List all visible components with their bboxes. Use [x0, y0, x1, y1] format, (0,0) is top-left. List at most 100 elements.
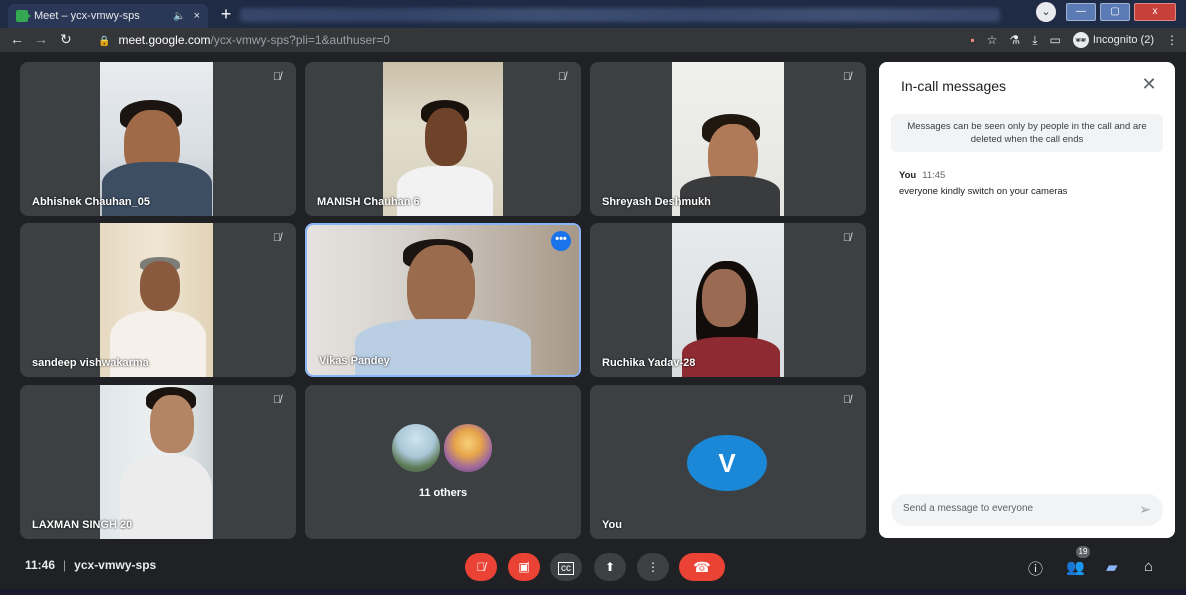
activities-icon[interactable]: ⌂	[1144, 558, 1153, 575]
os-taskbar	[0, 589, 1186, 595]
mic-toggle-button[interactable]: 🎙̸	[465, 553, 497, 581]
mic-off-icon: 🎙̸	[272, 232, 282, 244]
send-icon[interactable]: ➢	[1139, 501, 1151, 518]
panel-title: In-call messages	[901, 78, 1007, 94]
extension-icon[interactable]: ⚗	[1009, 33, 1020, 47]
window-close-button[interactable]: x	[1134, 3, 1176, 21]
maximize-button[interactable]: ▢	[1100, 3, 1130, 21]
incognito-indicator[interactable]: 🕶 Incognito (2)	[1072, 32, 1154, 48]
participant-video	[672, 223, 784, 377]
url-field[interactable]: 🔒 meet.google.com/ycx-vmwy-sps?pli=1&auth…	[92, 30, 912, 50]
others-avatars	[391, 421, 501, 473]
meet-favicon-icon	[16, 10, 31, 22]
browser-tab-meet[interactable]: Meet – ycx-vmwy-sps 🔈 ×	[8, 4, 208, 28]
message-compose-box: ➢	[891, 494, 1163, 526]
participants-count-badge: 19	[1076, 546, 1090, 558]
meeting-details-icon[interactable]: ⓘ	[1028, 558, 1043, 579]
browser-menu-icon[interactable]: ⋮	[1166, 33, 1178, 47]
download-icon[interactable]: ⤓	[1032, 33, 1037, 48]
present-button[interactable]: ⬆	[594, 553, 626, 581]
camera-off-icon: ▣̸	[518, 560, 530, 574]
people-icon[interactable]: 👥	[1066, 558, 1085, 576]
participant-video	[307, 225, 579, 375]
more-options-button[interactable]: •••	[551, 231, 571, 251]
self-tile[interactable]: V 🎙̸ You	[590, 385, 866, 539]
forward-arrow-icon[interactable]: →	[34, 31, 48, 47]
mic-off-icon: 🎙̸	[842, 394, 852, 406]
more-options-button[interactable]: ⋮	[637, 553, 669, 581]
camera-blocked-icon[interactable]: ▪	[970, 33, 974, 47]
participant-name: MANISH Chauhan 6	[317, 196, 420, 208]
message-text: everyone kindly switch on your cameras	[899, 186, 1068, 197]
others-tile[interactable]: 11 others	[305, 385, 581, 539]
new-tab-button[interactable]: +	[216, 4, 236, 24]
other-tabs-blurred	[240, 8, 1000, 22]
participant-tile-active-speaker[interactable]: ••• Vikas Pandey	[305, 223, 581, 377]
tab-search-chevron-icon[interactable]: ⌄	[1036, 2, 1056, 22]
tab-close-button[interactable]: ×	[194, 10, 200, 22]
window-controls: ⌄ — ▢ x	[1036, 2, 1176, 22]
lock-icon: 🔒	[98, 36, 111, 47]
participant-video	[672, 62, 784, 216]
side-panel-icon[interactable]: ▭	[1050, 33, 1061, 47]
camera-toggle-button[interactable]: ▣̸	[508, 553, 540, 581]
message-sender: You	[899, 170, 917, 181]
mic-off-icon: 🎙̸	[476, 560, 486, 574]
address-bar: ← → ↻ 🔒 meet.google.com/ycx-vmwy-sps?pli=…	[0, 28, 1186, 52]
others-count-label: 11 others	[418, 487, 468, 499]
mic-off-icon: 🎙̸	[842, 232, 852, 244]
incognito-label: Incognito (2)	[1092, 34, 1154, 46]
bookmark-star-icon[interactable]: ☆	[987, 33, 998, 47]
message-input[interactable]	[903, 503, 1123, 514]
meeting-info: 11:46 | ycx-vmwy-sps	[25, 558, 157, 572]
participant-tile[interactable]: 🎙̸ Shreyash Deshmukh	[590, 62, 866, 216]
participant-tile[interactable]: 🎙̸ sandeep vishwakarma	[20, 223, 296, 377]
participant-name: sandeep vishwakarma	[32, 357, 149, 369]
tab-title: Meet – ycx-vmwy-sps	[34, 10, 140, 22]
participant-tile[interactable]: 🎙̸ Abhishek Chauhan_05	[20, 62, 296, 216]
browser-toolbar-icons: ▪ ☆ ⚗ ⤓ ▭ 🕶 Incognito (2) ⋮	[970, 30, 1178, 50]
incognito-icon: 🕶	[1072, 32, 1089, 48]
close-icon[interactable]: ✕	[1139, 74, 1159, 95]
participant-name: Vikas Pandey	[319, 355, 390, 367]
participant-tile[interactable]: 🎙̸ MANISH Chauhan 6	[305, 62, 581, 216]
browser-tab-bar: Meet – ycx-vmwy-sps 🔈 × + ⌄ — ▢ x	[0, 0, 1186, 28]
self-avatar: V	[687, 435, 767, 491]
present-screen-icon: ⬆	[604, 560, 616, 574]
minimize-button[interactable]: —	[1066, 3, 1096, 21]
hang-up-icon: ☎	[693, 559, 711, 575]
captions-icon: cc	[558, 562, 574, 575]
chat-icon[interactable]: ▰	[1106, 558, 1118, 576]
chat-notice: Messages can be seen only by people in t…	[891, 114, 1163, 152]
mic-off-icon: 🎙̸	[272, 394, 282, 406]
mic-off-icon: 🎙̸	[557, 71, 567, 83]
participant-video	[100, 62, 213, 216]
participant-name: Abhishek Chauhan_05	[32, 196, 150, 208]
participant-name: Shreyash Deshmukh	[602, 196, 711, 208]
url-path: /ycx-vmwy-sps?pli=1&authuser=0	[210, 33, 390, 47]
url-host: meet.google.com	[118, 33, 211, 47]
message-time: 11:45	[922, 170, 946, 181]
mic-off-icon: 🎙̸	[272, 71, 282, 83]
participant-video	[100, 223, 213, 377]
avatar	[391, 423, 441, 473]
clock-time: 11:46	[25, 558, 56, 572]
avatar	[443, 423, 493, 473]
participant-tile[interactable]: 🎙̸ Ruchika Yadav-28	[590, 223, 866, 377]
message-header: You 11:45	[899, 170, 945, 181]
participant-name: LAXMAN SINGH 20	[32, 519, 133, 531]
participant-video	[383, 62, 503, 216]
tab-audio-icon[interactable]: 🔈	[173, 11, 185, 22]
back-arrow-icon[interactable]: ←	[10, 31, 24, 47]
meeting-code: ycx-vmwy-sps	[74, 558, 157, 572]
in-call-messages-panel: In-call messages ✕ Messages can be seen …	[879, 62, 1175, 538]
more-vert-icon: ⋮	[647, 560, 659, 574]
mic-off-icon: 🎙̸	[842, 71, 852, 83]
participant-video	[100, 385, 213, 539]
participant-tile[interactable]: 🎙̸ LAXMAN SINGH 20	[20, 385, 296, 539]
captions-button[interactable]: cc	[550, 553, 582, 581]
reload-icon[interactable]: ↻	[60, 31, 72, 48]
leave-call-button[interactable]: ☎	[679, 553, 725, 581]
self-name: You	[602, 519, 622, 531]
participant-name: Ruchika Yadav-28	[602, 357, 696, 369]
